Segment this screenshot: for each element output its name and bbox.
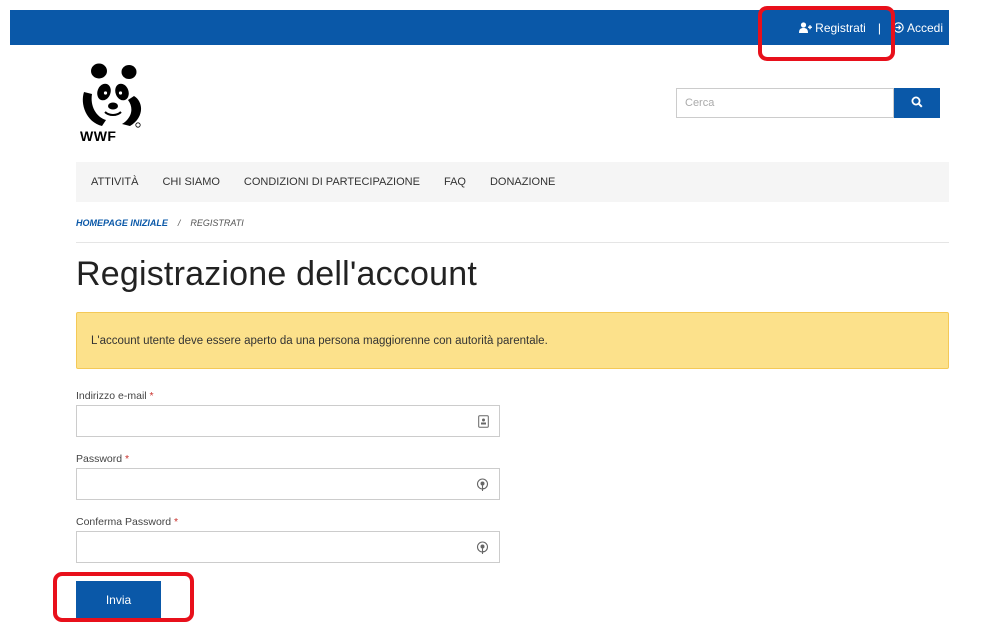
submit-button[interactable]: Invia [76,581,161,619]
main-nav: ATTIVITÀ CHI SIAMO CONDIZIONI DI PARTECI… [76,162,949,202]
link-separator: | [877,20,881,35]
confirm-password-label: Conferma Password * [76,516,178,528]
confirm-password-field[interactable] [77,532,499,562]
required-mark: * [149,390,154,402]
key-icon [476,478,489,497]
breadcrumb-home[interactable]: HOMEPAGE INIZIALE [76,218,168,228]
register-label: Registrati [815,20,866,35]
password-field[interactable] [77,469,499,499]
email-field-wrap [76,405,500,437]
logo-text: WWF [80,128,117,144]
login-label: Accedi [906,20,943,35]
wwf-logo[interactable]: WWF [78,62,154,144]
alert-text: L'account utente deve essere aperto da u… [91,334,548,347]
search-input[interactable] [676,88,894,118]
user-plus-icon [799,22,813,33]
nav-item-donazione[interactable]: DONAZIONE [478,176,567,188]
nav-item-chi-siamo[interactable]: CHI SIAMO [150,176,231,188]
account-links: Registrati | Accedi [799,10,943,45]
password-label: Password * [76,453,129,465]
password-field-wrap [76,468,500,500]
nav-item-attivita[interactable]: ATTIVITÀ [76,176,150,188]
email-label: Indirizzo e-mail * [76,390,154,402]
search-icon [911,96,923,111]
top-bar: Registrati | Accedi [10,10,949,45]
nav-item-faq[interactable]: FAQ [432,176,478,188]
breadcrumb: HOMEPAGE INIZIALE / REGISTRATI [76,218,244,228]
email-field[interactable] [77,406,499,436]
breadcrumb-separator: / [177,218,181,228]
login-link[interactable]: Accedi [893,21,943,35]
key-icon [476,541,489,560]
password-label-text: Password [76,453,123,465]
nav-item-condizioni[interactable]: CONDIZIONI DI PARTECIPAZIONE [232,176,432,188]
register-link[interactable]: Registrati [799,21,866,35]
contact-card-icon [478,415,489,433]
required-mark: * [125,453,130,465]
breadcrumb-current: REGISTRATI [190,218,244,228]
confirm-password-field-wrap [76,531,500,563]
divider [76,242,949,243]
search-button[interactable] [894,88,940,118]
info-alert: L'account utente deve essere aperto da u… [76,312,949,369]
confirm-password-label-text: Conferma Password [76,516,172,528]
search-bar [676,88,940,118]
login-icon [893,22,904,33]
required-mark: * [174,516,179,528]
email-label-text: Indirizzo e-mail [76,390,147,402]
page-title: Registrazione dell'account [76,255,478,293]
